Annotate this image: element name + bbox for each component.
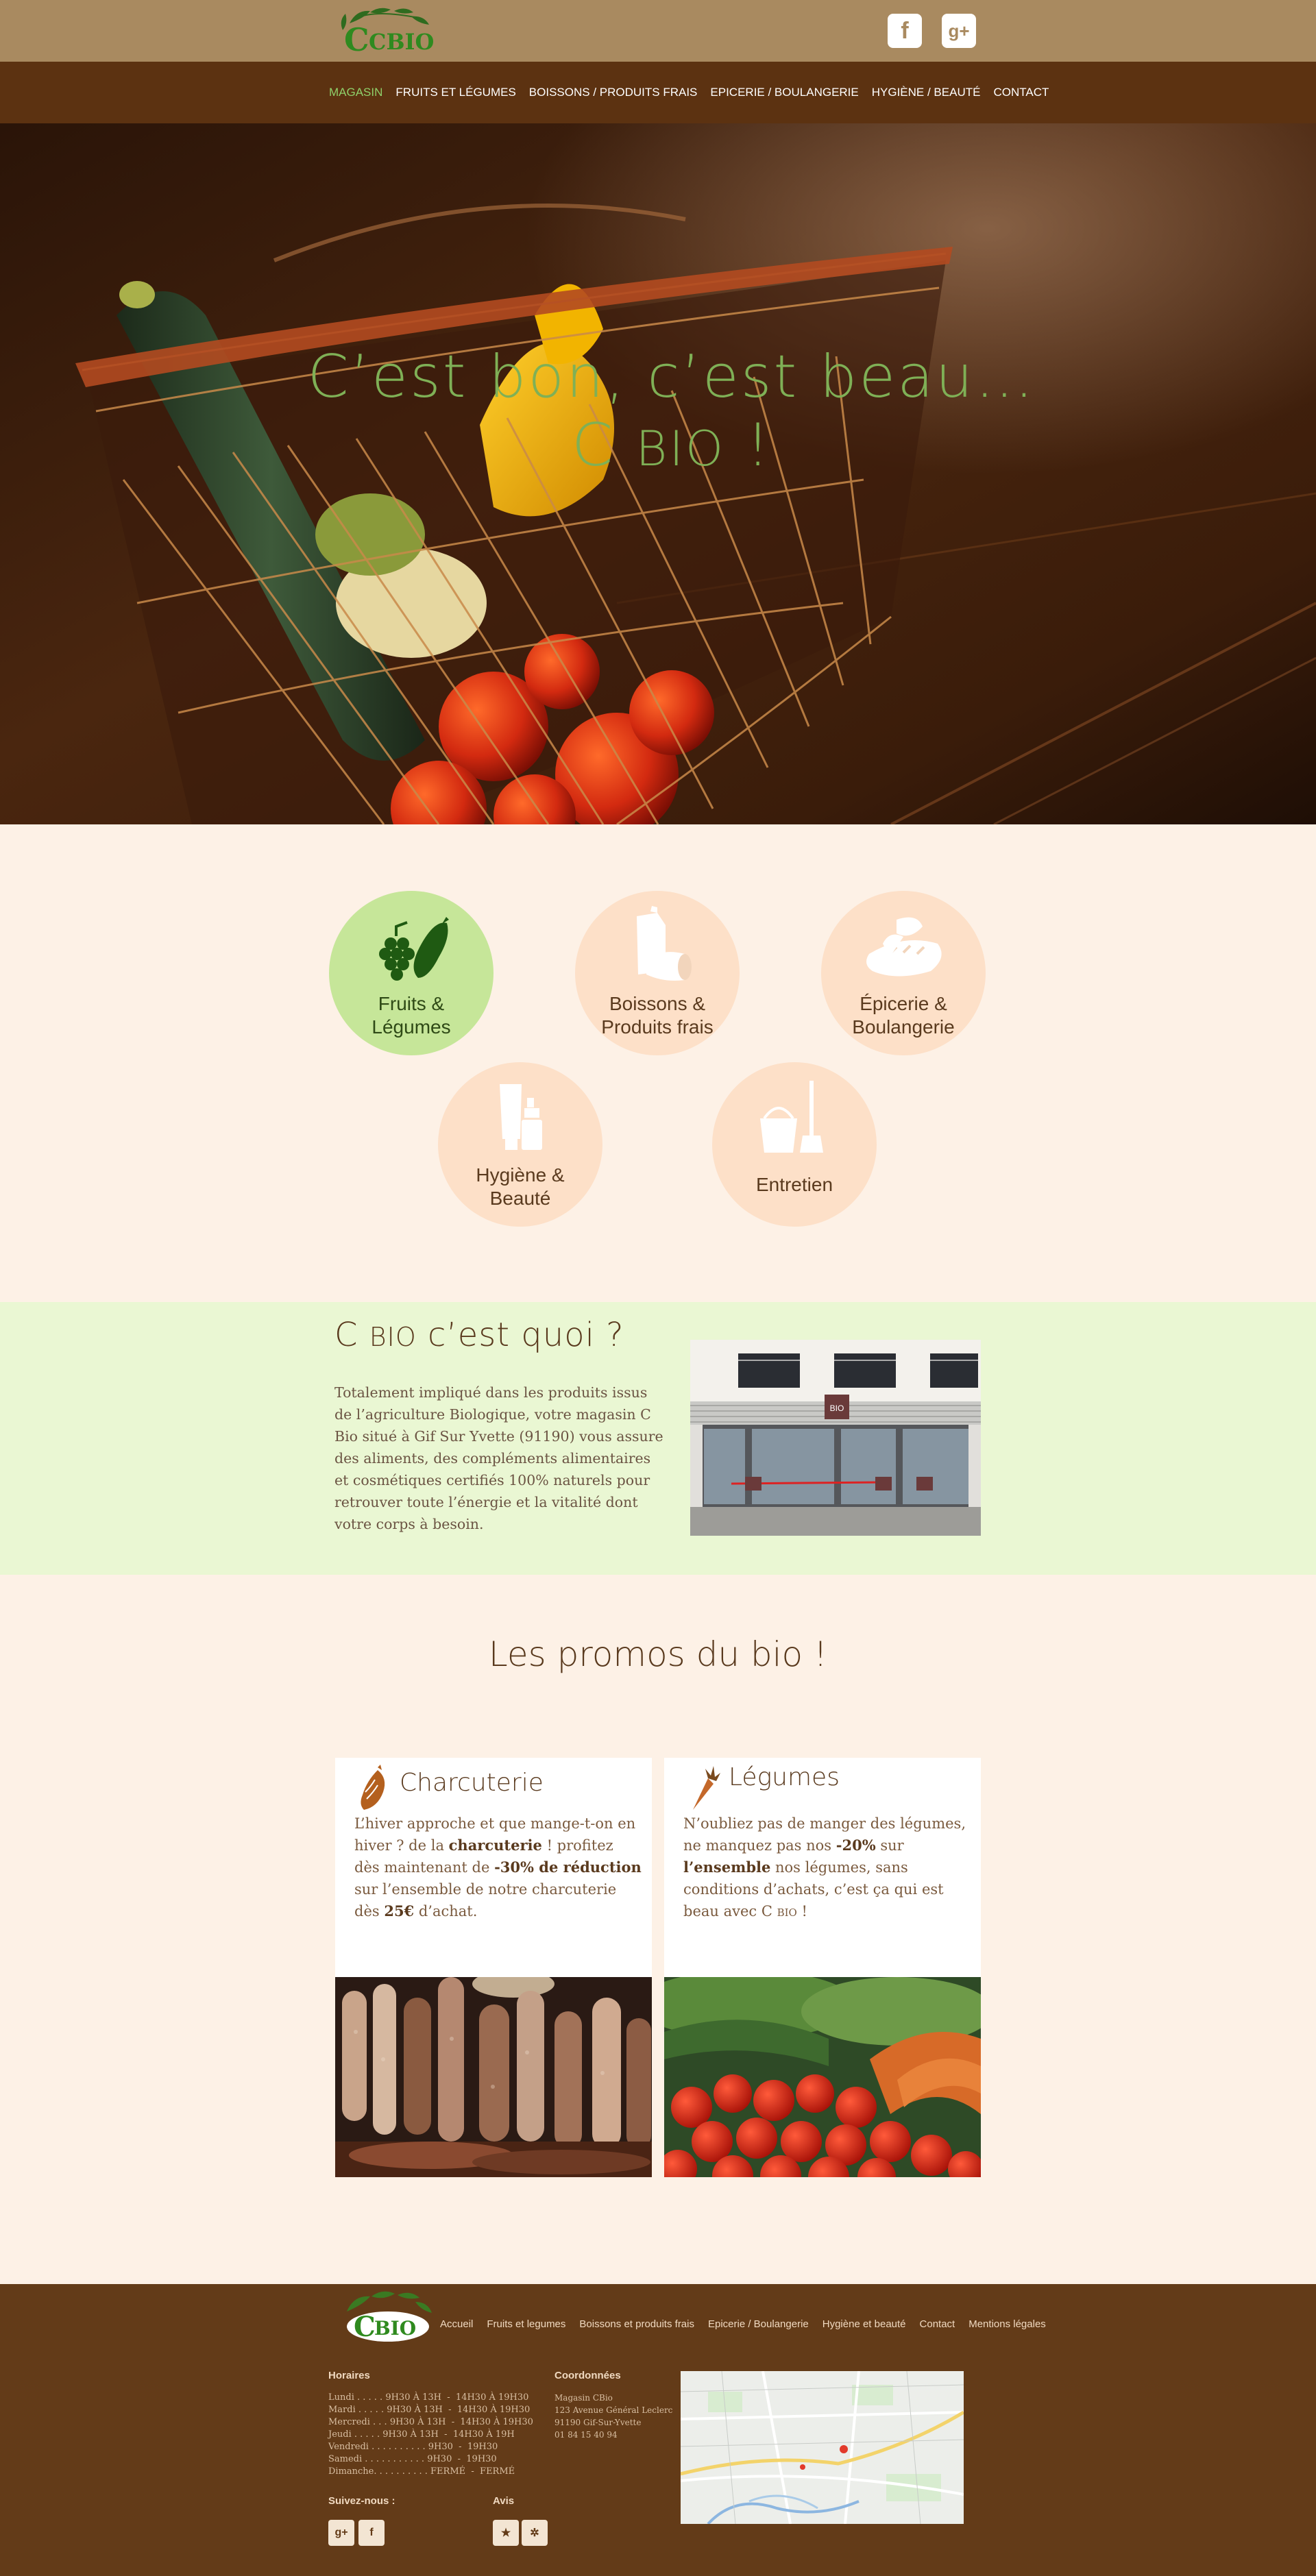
promo-text: L’hiver approche et que mange-t-on en hi… bbox=[354, 1815, 642, 1919]
bread-icon bbox=[866, 917, 942, 977]
footer-link-mentions[interactable]: Mentions légales bbox=[968, 2318, 1046, 2330]
reviews-heading: Avis bbox=[493, 2495, 515, 2507]
google-plus-icon[interactable]: g+ bbox=[942, 14, 976, 48]
carrot-icon bbox=[693, 1766, 720, 1810]
svg-text:BIO: BIO bbox=[374, 2317, 416, 2340]
nav-item-boissons[interactable]: BOISSONS / PRODUITS FRAIS bbox=[529, 86, 698, 99]
footer-link-epicerie[interactable]: Epicerie / Boulangerie bbox=[708, 2318, 809, 2330]
footer-link-contact[interactable]: Contact bbox=[920, 2318, 955, 2330]
footer-logo[interactable]: C BIO bbox=[333, 2284, 436, 2346]
main-nav: MAGASIN FRUITS ET LÉGUMES BOISSONS / PRO… bbox=[0, 62, 1316, 123]
vegetables-photo bbox=[664, 1977, 981, 2177]
category-label: Hygiène & Beauté bbox=[476, 1164, 565, 1209]
nav-item-hygiene[interactable]: HYGIÈNE / BEAUTÉ bbox=[872, 86, 981, 99]
promo-title: Charcuterie bbox=[400, 1769, 544, 1797]
hours-heading: Horaires bbox=[328, 2370, 370, 2381]
store-front-photo: BIO bbox=[690, 1340, 981, 1536]
facebook-icon[interactable]: f bbox=[888, 14, 922, 48]
svg-text:C: C bbox=[354, 2311, 376, 2343]
coords-heading: Coordonnées bbox=[555, 2370, 621, 2381]
store-address: Magasin CBio 123 Avenue Général Leclerc … bbox=[555, 2393, 673, 2440]
category-label: Entretien bbox=[755, 1174, 833, 1195]
footer-link-boissons[interactable]: Boissons et produits frais bbox=[579, 2318, 694, 2330]
facebook-icon[interactable]: f bbox=[358, 2520, 385, 2546]
svg-text:CBIO: CBIO bbox=[369, 29, 434, 55]
svg-text:BIO: BIO bbox=[830, 1403, 844, 1413]
category-label: Fruits & Légumes bbox=[371, 993, 451, 1038]
footer-link-hygiene[interactable]: Hygiène et beauté bbox=[822, 2318, 906, 2330]
category-label: Épicerie & Boulangerie bbox=[852, 993, 955, 1038]
top-bar: C CBIO f g+ bbox=[0, 0, 1316, 62]
hero-line-1: C’est bon, c’est beau… bbox=[307, 343, 1036, 411]
promo-card-legumes[interactable]: Légumes N’oubliez pas de manger des légu… bbox=[664, 1758, 981, 2177]
category-hygiene[interactable]: Hygiène & Beauté bbox=[438, 1062, 602, 1227]
nav-item-magasin[interactable]: MAGASIN bbox=[329, 86, 382, 99]
fruits-vegetables-icon bbox=[379, 917, 449, 981]
sausage-icon bbox=[361, 1765, 385, 1810]
promo-title: Légumes bbox=[729, 1763, 840, 1791]
category-fruits-legumes[interactable]: Fruits & Légumes bbox=[329, 891, 494, 1055]
nav-item-epicerie[interactable]: EPICERIE / BOULANGERIE bbox=[710, 86, 858, 99]
follow-heading: Suivez-nous : bbox=[328, 2495, 395, 2507]
hygiene-icon bbox=[500, 1084, 542, 1150]
category-epicerie[interactable]: Épicerie & Boulangerie bbox=[821, 891, 986, 1055]
category-entretien[interactable]: Entretien bbox=[712, 1062, 877, 1227]
hero-banner: C’est bon, c’est beau… C BIO ! bbox=[0, 123, 1316, 824]
promo-card-charcuterie[interactable]: Charcuterie L’hiver approche et que mang… bbox=[335, 1758, 652, 2177]
star-review-icon[interactable]: ★ bbox=[493, 2520, 519, 2546]
drinks-icon bbox=[637, 906, 692, 981]
nav-item-fruits-legumes[interactable]: FRUITS ET LÉGUMES bbox=[395, 86, 515, 99]
nav-item-contact[interactable]: CONTACT bbox=[993, 86, 1049, 99]
promos-title: Les promos du bio ! bbox=[488, 1634, 828, 1674]
hero-bio-word: BIO bbox=[635, 421, 726, 477]
google-plus-icon[interactable]: g+ bbox=[328, 2520, 354, 2546]
hero-line-2: C BIO ! bbox=[572, 411, 772, 480]
about-description: Totalement impliqué dans les produits is… bbox=[334, 1384, 663, 1532]
yelp-icon[interactable]: ✲ bbox=[522, 2520, 548, 2546]
site-logo[interactable]: C CBIO bbox=[329, 3, 439, 58]
footer-link-fruits[interactable]: Fruits et legumes bbox=[487, 2318, 565, 2330]
svg-text:C: C bbox=[344, 21, 369, 58]
charcuterie-photo bbox=[335, 1977, 652, 2177]
hero-tagline: C’est bon, c’est beau… C BIO ! bbox=[0, 343, 1316, 483]
about-section: C BIO c’est quoi ? Totalement impliqué d… bbox=[0, 1302, 1316, 1575]
footer-nav: Accueil Fruits et legumes Boissons et pr… bbox=[440, 2318, 1046, 2330]
category-boissons[interactable]: Boissons & Produits frais bbox=[575, 891, 740, 1055]
cleaning-bucket-icon bbox=[760, 1081, 823, 1153]
site-footer: C BIO Accueil Fruits et legumes Boissons… bbox=[0, 2284, 1316, 2576]
promo-text: N’oubliez pas de manger des légumes, ne … bbox=[683, 1815, 966, 1919]
category-label: Boissons & Produits frais bbox=[601, 993, 714, 1038]
location-map[interactable] bbox=[681, 2371, 964, 2524]
about-title: C BIO c’est quoi ? bbox=[334, 1316, 624, 1354]
footer-link-accueil[interactable]: Accueil bbox=[440, 2318, 473, 2330]
opening-hours: Lundi . . . . . 9H30 À 13H - 14H30 À 19H… bbox=[328, 2392, 533, 2477]
